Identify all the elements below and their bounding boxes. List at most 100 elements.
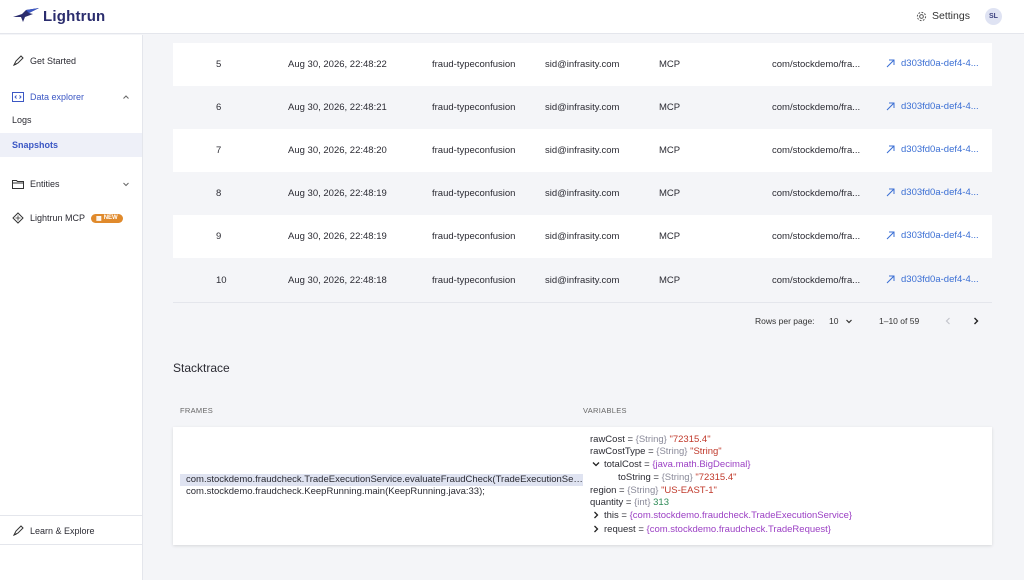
table-row[interactable]: 5 Aug 30, 2026, 22:48:22 fraud-typeconfu…	[173, 43, 992, 86]
rows-per-page-select[interactable]: 10	[829, 316, 853, 326]
var-name: region	[590, 485, 617, 496]
cell-date: Aug 30, 2026, 22:48:19	[288, 188, 387, 199]
cell-index: 9	[216, 231, 222, 242]
cell-user: sid@infrasity.com	[545, 145, 620, 156]
folder-icon	[12, 178, 24, 190]
var-type: {com.stockdemo.fraudcheck.TradeExecution…	[629, 510, 853, 521]
variable-row-expandable[interactable]: this = {com.stockdemo.fraudcheck.TradeEx…	[592, 510, 852, 522]
var-value: "72315.4"	[669, 434, 711, 445]
var-type: {String}	[661, 472, 693, 483]
cell-id-link[interactable]: d303fd0a-def4-4...	[886, 58, 983, 69]
chevron-up-icon[interactable]	[122, 93, 130, 101]
sidebar-item-label: Lightrun MCP	[30, 213, 86, 223]
cell-user: sid@infrasity.com	[545, 231, 620, 242]
cell-path: com/stockdemo/fra...	[772, 145, 861, 156]
variable-row-expandable[interactable]: totalCost = {java.math.BigDecimal}	[592, 459, 751, 471]
id-text: d303fd0a-def4-4...	[901, 274, 979, 285]
rocket-icon	[12, 525, 24, 537]
cell-source: MCP	[659, 102, 681, 113]
stack-frame[interactable]: com.stockdemo.fraudcheck.KeepRunning.mai…	[180, 486, 583, 498]
var-name: request	[604, 524, 636, 535]
cell-path: com/stockdemo/fra...	[772, 188, 861, 199]
var-type: {int}	[634, 497, 651, 508]
sidebar-item-get-started[interactable]: Get Started	[0, 54, 142, 68]
variables-header: VARIABLES	[583, 406, 627, 415]
chevron-down-icon[interactable]	[122, 180, 130, 188]
cell-source: MCP	[659, 59, 681, 70]
variable-row: toString = {String} "72315.4"	[618, 472, 737, 483]
chevron-down-icon[interactable]	[592, 460, 600, 468]
sidebar-item-lightrun-mcp[interactable]: Lightrun MCP ▦ NEW	[0, 211, 142, 225]
external-link-icon	[886, 188, 895, 197]
sidebar-item-label: Learn & Explore	[30, 526, 95, 536]
divider	[0, 515, 142, 516]
var-value: "72315.4"	[695, 472, 737, 483]
var-type: {String}	[656, 446, 688, 457]
chevron-left-icon[interactable]	[943, 315, 953, 327]
cell-id-link[interactable]: d303fd0a-def4-4...	[886, 187, 983, 198]
app-name: Lightrun	[43, 7, 106, 25]
stack-frame-selected[interactable]: com.stockdemo.fraudcheck.TradeExecutionS…	[180, 474, 583, 486]
cell-path: com/stockdemo/fra...	[772, 275, 861, 286]
sidebar-item-logs[interactable]: Logs	[0, 108, 142, 132]
table-row[interactable]: 6 Aug 30, 2026, 22:48:21 fraud-typeconfu…	[173, 86, 992, 129]
external-link-icon	[886, 145, 895, 154]
cell-user: sid@infrasity.com	[545, 59, 620, 70]
cell-name: fraud-typeconfusion	[432, 145, 516, 156]
lightrun-logo[interactable]: Lightrun	[12, 7, 105, 25]
cell-id-link[interactable]: d303fd0a-def4-4...	[886, 230, 983, 241]
settings-button[interactable]: Settings	[916, 10, 970, 22]
var-value: "String"	[690, 446, 722, 457]
table-row[interactable]: 10 Aug 30, 2026, 22:48:18 fraud-typeconf…	[173, 259, 992, 302]
var-name: quantity	[590, 497, 624, 508]
table-row[interactable]: 9 Aug 30, 2026, 22:48:19 fraud-typeconfu…	[173, 215, 992, 258]
variable-row: rawCost = {String} "72315.4"	[590, 434, 711, 445]
sidebar-item-entities[interactable]: Entities	[0, 177, 142, 191]
cell-date: Aug 30, 2026, 22:48:18	[288, 275, 387, 286]
external-link-icon	[886, 59, 895, 68]
external-link-icon	[886, 275, 895, 284]
cell-index: 5	[216, 59, 222, 70]
cell-id-link[interactable]: d303fd0a-def4-4...	[886, 144, 983, 155]
cell-name: fraud-typeconfusion	[432, 188, 516, 199]
chevron-right-icon[interactable]	[971, 315, 981, 327]
top-bar: Lightrun Settings SL	[0, 0, 1024, 34]
variable-row-expandable[interactable]: request = {com.stockdemo.fraudcheck.Trad…	[592, 524, 831, 536]
id-text: d303fd0a-def4-4...	[901, 101, 979, 112]
sidebar-item-label: Data explorer	[30, 92, 85, 102]
variable-row: region = {String} "US-EAST-1"	[590, 485, 717, 496]
cell-id-link[interactable]: d303fd0a-def4-4...	[886, 101, 983, 112]
var-type: {String}	[635, 434, 667, 445]
cell-index: 6	[216, 102, 222, 113]
chevron-right-icon[interactable]	[592, 511, 600, 519]
id-text: d303fd0a-def4-4...	[901, 230, 979, 241]
chevron-down-icon	[846, 319, 853, 324]
table-row[interactable]: 7 Aug 30, 2026, 22:48:20 fraud-typeconfu…	[173, 129, 992, 172]
cell-user: sid@infrasity.com	[545, 275, 620, 286]
avatar[interactable]: SL	[985, 8, 1002, 25]
cell-source: MCP	[659, 231, 681, 242]
var-name: rawCost	[590, 434, 625, 445]
var-type: {java.math.BigDecimal}	[652, 459, 751, 470]
sidebar-item-label: Get Started	[30, 56, 77, 66]
cell-id-link[interactable]: d303fd0a-def4-4...	[886, 274, 983, 285]
chevron-right-icon[interactable]	[592, 525, 600, 533]
cell-name: fraud-typeconfusion	[432, 231, 516, 242]
id-text: d303fd0a-def4-4...	[901, 58, 979, 69]
stacktrace-title: Stacktrace	[173, 361, 230, 375]
sidebar-item-snapshots[interactable]: Snapshots	[0, 133, 142, 157]
cell-user: sid@infrasity.com	[545, 188, 620, 199]
var-value: "US-EAST-1"	[661, 485, 717, 496]
cell-source: MCP	[659, 188, 681, 199]
frames-header: FRAMES	[180, 406, 214, 415]
lightrun-bird-icon	[13, 8, 39, 22]
external-link-icon	[886, 231, 895, 240]
sidebar-item-data-explorer[interactable]: Data explorer	[0, 90, 142, 104]
cell-date: Aug 30, 2026, 22:48:19	[288, 231, 387, 242]
sidebar-item-label: Entities	[30, 179, 60, 189]
sidebar-item-learn-explore[interactable]: Learn & Explore	[0, 524, 142, 538]
cell-name: fraud-typeconfusion	[432, 59, 516, 70]
table-row[interactable]: 8 Aug 30, 2026, 22:48:19 fraud-typeconfu…	[173, 172, 992, 215]
settings-label: Settings	[932, 10, 970, 22]
cell-source: MCP	[659, 275, 681, 286]
